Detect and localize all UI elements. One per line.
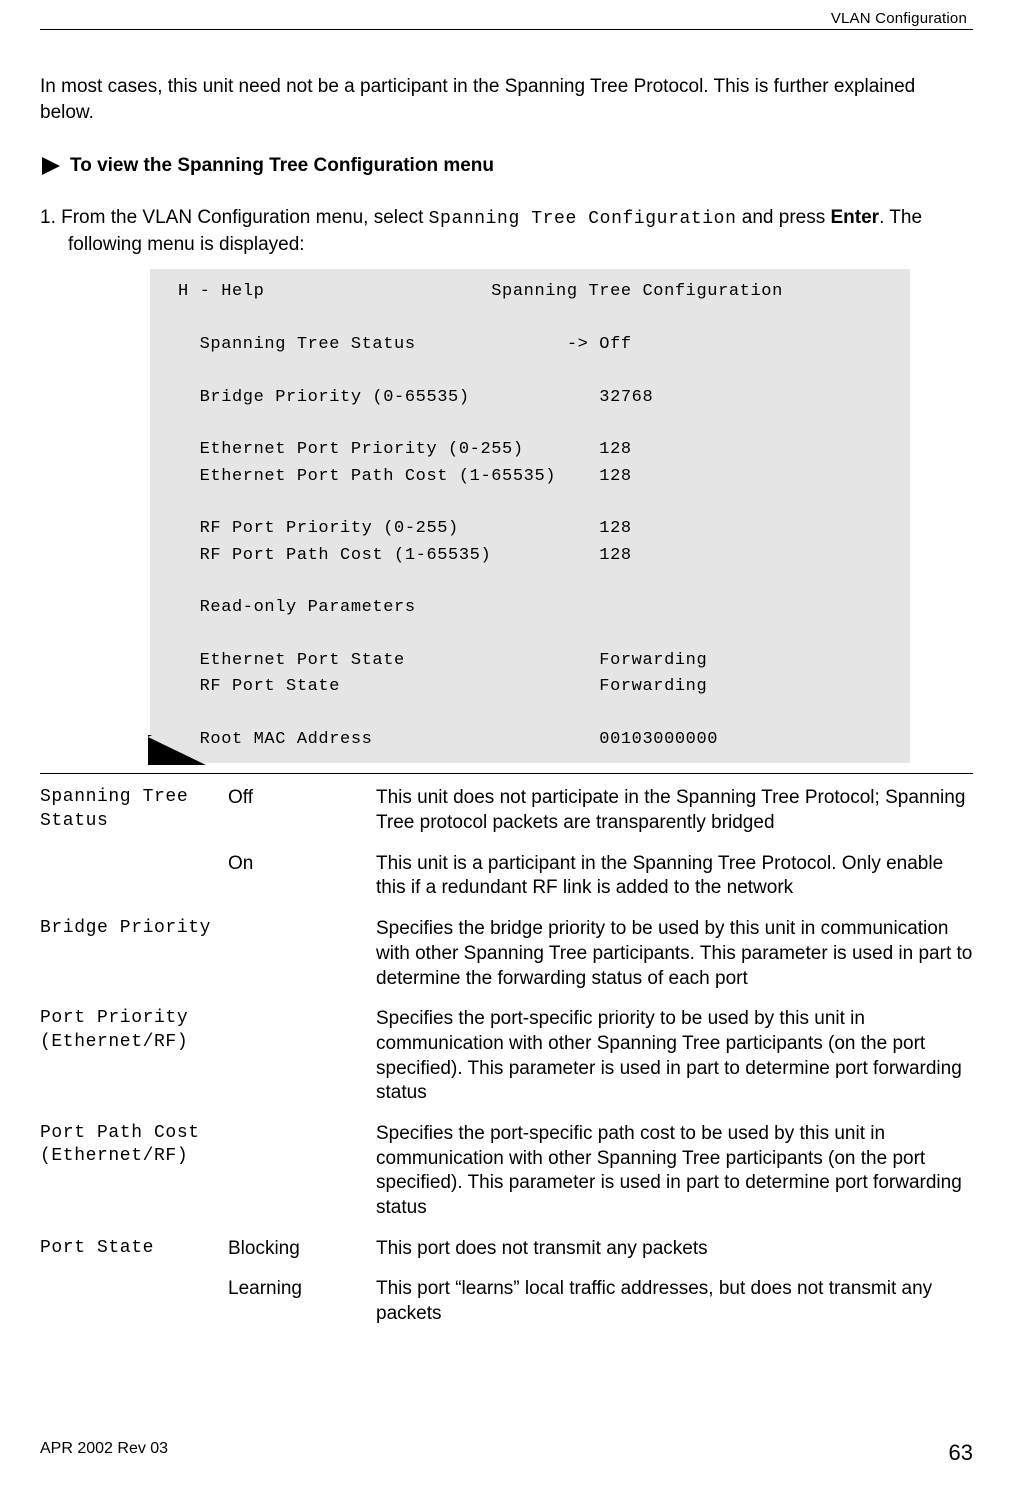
param-description: This unit does not participate in the Sp… xyxy=(376,786,973,835)
header-rule xyxy=(40,29,973,30)
param-description: Specifies the bridge priority to be used… xyxy=(376,917,973,991)
param-name xyxy=(40,852,220,901)
param-name: Bridge Priority xyxy=(40,917,220,991)
parameter-table: Spanning Tree StatusOffThis unit does no… xyxy=(40,773,973,1326)
arrow-icon xyxy=(40,155,62,177)
page-number: 63 xyxy=(949,1440,973,1466)
param-name: Port Priority (Ethernet/RF) xyxy=(40,1007,220,1106)
page: VLAN Configuration In most cases, this u… xyxy=(0,0,1013,1496)
param-value xyxy=(228,1122,368,1221)
param-description: This unit is a participant in the Spanni… xyxy=(376,852,973,901)
param-name xyxy=(40,1277,220,1326)
param-value xyxy=(228,917,368,991)
param-value: Learning xyxy=(228,1277,368,1326)
param-description: Specifies the port-specific priority to … xyxy=(376,1007,973,1106)
param-name: Spanning Tree Status xyxy=(40,786,220,835)
procedure-title: To view the Spanning Tree Configuration … xyxy=(70,155,494,177)
intro-paragraph: In most cases, this unit need not be a p… xyxy=(40,74,973,125)
param-description: This port “learns” local traffic address… xyxy=(376,1277,973,1326)
menu-wrap: H - Help Spanning Tree Configuration Spa… xyxy=(40,269,973,763)
step-bold: Enter xyxy=(831,207,880,228)
footer-left: APR 2002 Rev 03 xyxy=(40,1440,168,1466)
procedure-heading: To view the Spanning Tree Configuration … xyxy=(40,155,973,177)
param-description: Specifies the port-specific path cost to… xyxy=(376,1122,973,1221)
running-header: VLAN Configuration xyxy=(40,10,973,27)
param-name: Port State xyxy=(40,1237,220,1262)
param-value: On xyxy=(228,852,368,901)
step-text-a: From the VLAN Configuration menu, select xyxy=(61,207,429,228)
terminal-menu: H - Help Spanning Tree Configuration Spa… xyxy=(150,269,910,763)
step-number: 1. xyxy=(40,207,61,228)
param-name: Port Path Cost (Ethernet/RF) xyxy=(40,1122,220,1221)
page-footer: APR 2002 Rev 03 63 xyxy=(40,1440,973,1466)
param-value xyxy=(228,1007,368,1106)
param-description: This port does not transmit any packets xyxy=(376,1237,973,1262)
step-1: 1. From the VLAN Configuration menu, sel… xyxy=(40,205,973,257)
step-mono: Spanning Tree Configuration xyxy=(429,209,737,229)
param-value: Off xyxy=(228,786,368,835)
param-value: Blocking xyxy=(228,1237,368,1262)
step-text-b: and press xyxy=(737,207,831,228)
